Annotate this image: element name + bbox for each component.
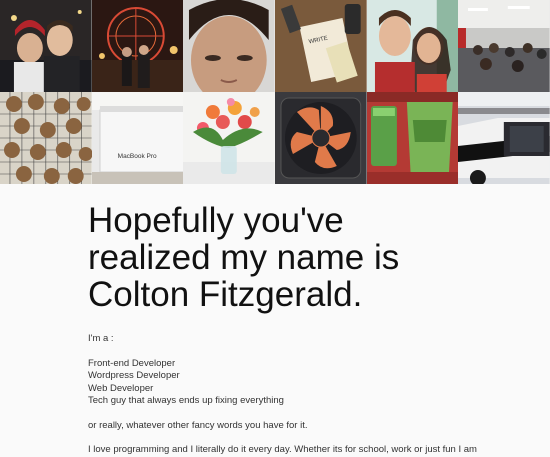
- role-item: Wordpress Developer: [88, 370, 180, 381]
- selfie-couple-holiday-photo: [0, 0, 92, 92]
- orange-cooling-fan-photo: [274, 92, 367, 184]
- flower-vase-photo: [183, 92, 275, 184]
- role-item: Front-end Developer: [88, 357, 176, 369]
- headline: Hopefully you've realized my name is Col…: [88, 201, 400, 314]
- couple-selfie-red-shirt-photo: [366, 0, 459, 92]
- police-car-photo: [458, 92, 550, 184]
- photo-grid: WRITE MacBook Pro: [0, 0, 550, 184]
- role-item: Web Developer: [88, 382, 154, 394]
- conference-room-crowd-photo: [458, 0, 550, 92]
- macbook-label: MacBook Pro: [117, 153, 157, 160]
- role-item: Tech guy that always ends up fixing ever…: [88, 395, 284, 406]
- roles-list: Front-end Developer Wordpress Developer …: [88, 358, 458, 408]
- green-smoothie-photo: [366, 92, 459, 184]
- notebook-on-table-photo: WRITE: [274, 0, 367, 92]
- alt-text: or really, whatever other fancy words yo…: [88, 419, 308, 431]
- about-section: Hopefully you've realized my name is Col…: [0, 184, 477, 457]
- ferris-wheel-night-photo: [91, 0, 184, 92]
- macbook-pro-box-photo: MacBook Pro: [91, 92, 184, 184]
- intro-text: I'm a :: [88, 333, 114, 344]
- about-text: I love programming and I literally do it…: [88, 444, 477, 455]
- close-up-face-photo: [183, 0, 275, 92]
- cookies-on-rack-photo: [0, 92, 92, 184]
